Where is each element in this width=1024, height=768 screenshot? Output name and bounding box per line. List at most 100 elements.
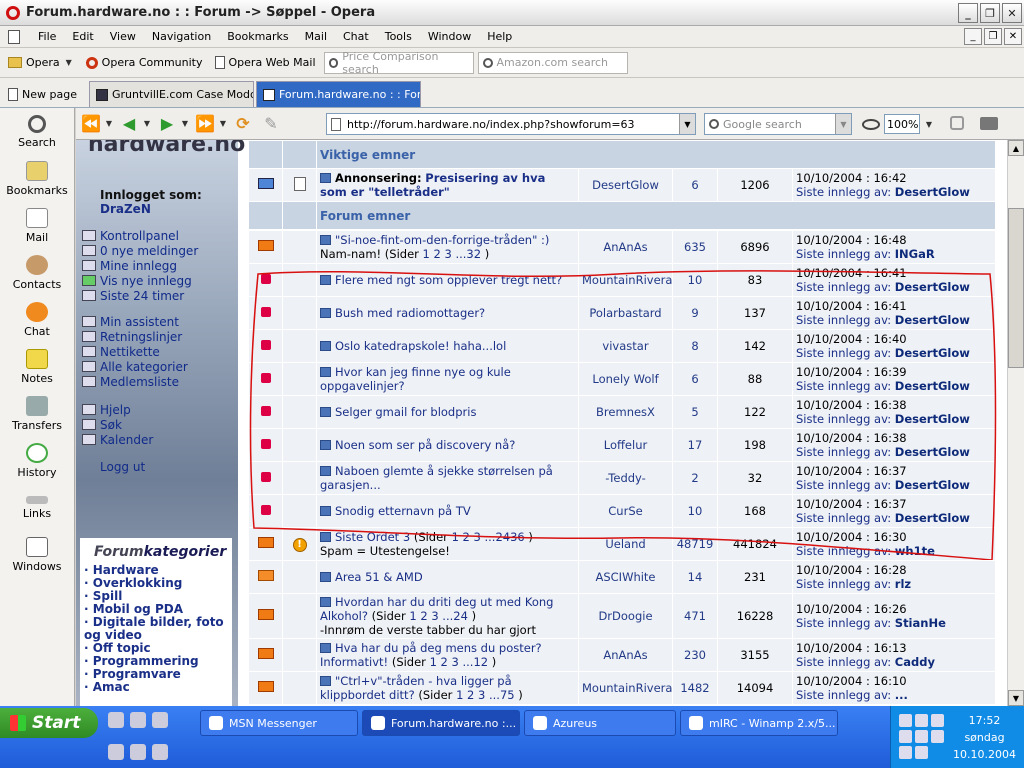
topic-author[interactable]: ASCIWhite [578,560,673,594]
topic-author[interactable]: AnAnAs [578,230,673,264]
sidebar-item-retningslinjer[interactable]: Retningslinjer [82,329,188,344]
topic-replies[interactable]: 48719 [672,527,718,561]
topic-replies[interactable]: 6 [672,168,718,202]
topic-title-link[interactable]: Bush med radiomottager? [335,306,485,320]
toggle-icon[interactable] [320,367,331,377]
topic-replies[interactable]: 230 [672,638,718,672]
toggle-icon[interactable] [320,173,331,183]
sidebar-item-hjelp[interactable]: Hjelp [82,402,153,417]
menu-tools[interactable]: Tools [377,30,420,43]
tray-icon[interactable] [915,746,928,759]
toggle-icon[interactable] [320,676,331,686]
tray-icon[interactable] [899,714,912,727]
panel-bookmarks[interactable]: Bookmarks [0,155,74,202]
chevron-down-icon[interactable]: ▼ [142,119,152,128]
panel-mail[interactable]: Mail [0,202,74,249]
address-dropdown-button[interactable]: ▼ [679,114,695,134]
scroll-down-arrow[interactable]: ▼ [1008,690,1024,706]
camera-icon[interactable] [980,117,998,130]
mdi-close-button[interactable]: ✕ [1004,28,1022,45]
toggle-icon[interactable] [320,440,331,450]
topic-author[interactable]: Lonely Wolf [578,362,673,396]
sidebar-item-mine-innlegg[interactable]: Mine innlegg [82,258,198,273]
last-post-author[interactable]: rlz [895,577,911,591]
panel-contacts[interactable]: Contacts [0,249,74,296]
sidebar-item-min-assistent[interactable]: Min assistent [82,314,188,329]
topic-author[interactable]: BremnesX [578,395,673,429]
menu-edit[interactable]: Edit [64,30,101,43]
taskbar-azureus[interactable]: Azureus [524,710,676,736]
sidebar-item-medlemsliste[interactable]: Medlemsliste [82,374,188,389]
scroll-thumb[interactable] [1008,208,1024,368]
category-amac[interactable]: · Amac [84,681,232,694]
topic-title-link[interactable]: Naboen glemte å sjekke størrelsen på gar… [320,464,553,492]
minimize-button[interactable]: _ [958,3,978,23]
topic-author[interactable]: MountainRivera [578,263,673,297]
topic-title-link[interactable]: Noen som ser på discovery nå? [335,438,515,452]
folder-icon[interactable] [130,744,146,760]
topic-author[interactable]: DesertGlow [578,168,673,202]
category-digitale-bilder[interactable]: · Digitale bilder, foto og video [84,616,232,642]
topic-author[interactable]: Polarbastard [578,296,673,330]
topic-pages-links[interactable]: 1 2 3 ...12 [430,655,489,669]
price-comparison-search-input[interactable]: Price Comparison search [323,50,474,76]
toggle-icon[interactable] [320,597,331,607]
search-engine-dropdown[interactable]: ▼ [835,114,851,134]
rewind-button[interactable]: ⏪ [78,113,104,135]
topic-replies[interactable]: 10 [672,263,718,297]
toggle-icon[interactable] [320,341,331,351]
reload-button[interactable]: ⟳ [230,113,256,135]
last-post-author[interactable]: DesertGlow [895,478,970,492]
scroll-up-arrow[interactable]: ▲ [1008,140,1024,156]
last-post-author[interactable]: DesertGlow [895,346,970,360]
topic-author[interactable]: AnAnAs [578,638,673,672]
mdi-minimize-button[interactable]: _ [964,28,982,45]
close-button[interactable]: ✕ [1002,3,1022,23]
topic-replies[interactable]: 471 [672,593,718,639]
opera-webmail-link[interactable]: Opera Web Mail [211,56,320,69]
mdi-restore-button[interactable]: ❐ [984,28,1002,45]
topic-pages-links[interactable]: 1 2 3 ...32 [423,247,482,261]
topic-author[interactable]: CurSe [578,494,673,528]
chevron-down-icon[interactable]: ▼ [924,120,934,129]
lock-icon[interactable] [950,116,964,130]
address-field[interactable]: http://forum.hardware.no/index.php?showf… [326,113,696,135]
zoom-control[interactable]: 100% ▼ [862,113,938,135]
menu-chat[interactable]: Chat [335,30,377,43]
chevron-down-icon[interactable]: ▼ [218,119,228,128]
opera-icon[interactable] [108,712,124,728]
topic-author[interactable]: Ueland [578,527,673,561]
toggle-icon[interactable] [320,643,331,653]
topic-pages-links[interactable]: 1 2 3 ...2436 [452,530,525,544]
last-post-author[interactable]: Caddy [895,655,935,669]
panel-notes[interactable]: Notes [0,343,74,390]
restore-button[interactable]: ❐ [980,3,1000,23]
topic-author[interactable]: MountainRivera [578,671,673,705]
taskbar-mirc[interactable]: mIRC - Winamp 2.x/5... [680,710,838,736]
edit-icon[interactable]: ✎ [258,113,284,135]
sidebar-item-kontrollpanel[interactable]: Kontrollpanel [82,228,198,243]
login-user[interactable]: DraZeN [100,202,151,216]
topic-title-link[interactable]: Snodig etternavn på TV [335,504,471,518]
toggle-icon[interactable] [320,506,331,516]
topic-pages-links[interactable]: 1 2 3 ...24 [409,609,468,623]
topic-author[interactable]: vivastar [578,329,673,363]
topic-replies[interactable]: 9 [672,296,718,330]
menu-view[interactable]: View [102,30,144,43]
last-post-author[interactable]: INGaR [895,247,935,261]
last-post-author[interactable]: DesertGlow [895,412,970,426]
google-search-input[interactable]: Google search ▼ [704,113,852,135]
topic-replies[interactable]: 6 [672,362,718,396]
menu-mail[interactable]: Mail [297,30,335,43]
app-icon[interactable] [152,712,168,728]
tray-icon[interactable] [899,746,912,759]
menu-navigation[interactable]: Navigation [144,30,219,43]
topic-replies[interactable]: 635 [672,230,718,264]
toggle-icon[interactable] [320,466,331,476]
opera-folder-button[interactable]: Opera ▼ [4,56,78,69]
new-page-button[interactable]: New page [0,81,85,107]
topic-replies[interactable]: 10 [672,494,718,528]
topic-replies[interactable]: 5 [672,395,718,429]
panel-history[interactable]: History [0,437,74,484]
last-post-author[interactable]: DesertGlow [895,379,970,393]
